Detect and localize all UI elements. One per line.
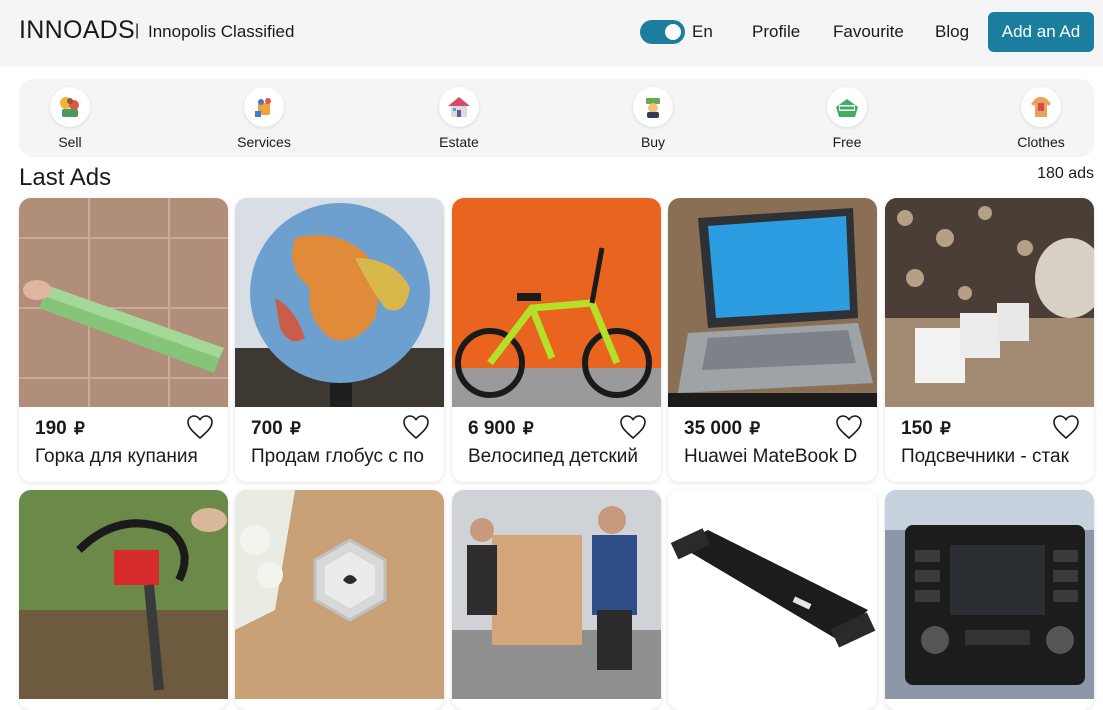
ad-image [885,198,1094,407]
category-label: Sell [58,134,82,150]
ad-price: 190 ₽ [35,418,85,439]
header: INNOADS | Innopolis Classified En Profil… [0,0,1103,66]
logo-separator: | [135,22,140,39]
category-clothes[interactable]: Clothes [986,85,1096,155]
ad-image [19,198,228,407]
category-free[interactable]: Free [792,85,902,155]
add-ad-button[interactable]: Add an Ad [988,12,1094,52]
ad-card[interactable]: 6 900 ₽ Велосипед детский [452,198,661,482]
ad-price: 700 ₽ [251,418,301,439]
category-estate[interactable]: Estate [404,85,514,155]
ad-card[interactable] [668,490,877,710]
ad-card[interactable]: 35 000 ₽ Huawei MateBook D [668,198,877,482]
category-bar: Sell Services Estate Buy Free Clothes [19,79,1094,157]
category-buy[interactable]: Buy [598,85,708,155]
clothes-icon [1021,87,1061,127]
language-label: En [692,22,713,41]
ad-image [235,198,444,407]
language-toggle[interactable] [640,20,685,44]
ad-image [668,490,877,699]
site-subtitle: Innopolis Classified [148,22,295,41]
ad-image [235,490,444,699]
free-icon [827,87,867,127]
favourite-heart-icon[interactable] [402,414,430,440]
ad-title: Подсвечники - стак [901,446,1069,467]
nav-profile[interactable]: Profile [752,22,800,42]
ad-price: 35 000 ₽ [684,418,761,439]
category-label: Free [832,134,862,150]
nav-favourite[interactable]: Favourite [833,22,904,42]
ads-count: 180 ads [1037,165,1094,182]
buy-icon [633,87,673,127]
services-icon [244,87,284,127]
logo[interactable]: INNOADS [19,16,135,45]
category-label: Estate [439,134,479,150]
ad-price: 6 900 ₽ [468,418,534,439]
favourite-heart-icon[interactable] [835,414,863,440]
category-sell[interactable]: Sell [15,85,125,155]
favourite-heart-icon[interactable] [186,414,214,440]
category-label: Clothes [1017,134,1065,150]
ad-price: 150 ₽ [901,418,951,439]
section-title: Last Ads [19,164,112,191]
estate-icon [439,87,479,127]
category-services[interactable]: Services [209,85,319,155]
ad-card[interactable] [452,490,661,710]
category-label: Buy [640,134,666,150]
ad-card[interactable]: 190 ₽ Горка для купания [19,198,228,482]
ad-title: Продам глобус с по [251,446,424,467]
ad-card[interactable] [885,490,1094,710]
ad-image [452,490,661,699]
sell-icon [50,87,90,127]
ad-card[interactable] [235,490,444,710]
favourite-heart-icon[interactable] [1052,414,1080,440]
ad-image [19,490,228,699]
ad-title: Велосипед детский [468,446,638,467]
ad-title: Huawei MateBook D [684,446,858,467]
ad-title: Горка для купания [35,446,198,467]
ad-image [885,490,1094,699]
ad-card[interactable]: 150 ₽ Подсвечники - стак [885,198,1094,482]
ad-card[interactable] [19,490,228,710]
category-label: Services [237,134,291,150]
nav-blog[interactable]: Blog [935,22,969,42]
ad-image [668,198,877,407]
toggle-knob [665,24,681,40]
ad-card[interactable]: 700 ₽ Продам глобус с по [235,198,444,482]
ad-image [452,198,661,407]
favourite-heart-icon[interactable] [619,414,647,440]
